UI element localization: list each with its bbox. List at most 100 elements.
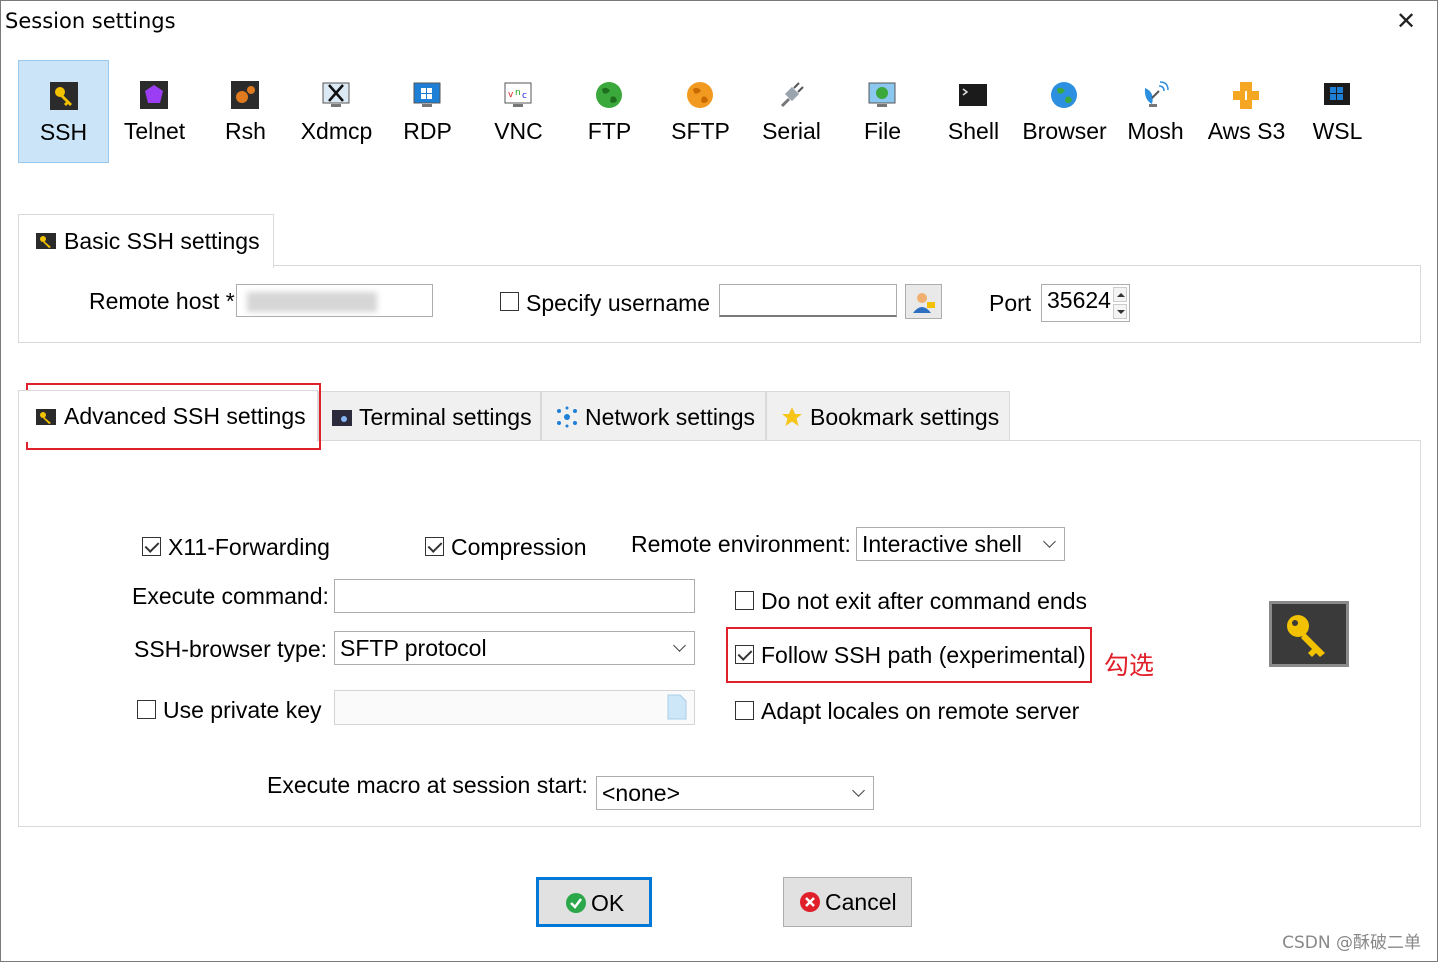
browser-globe-icon <box>1051 82 1077 108</box>
rdp-icon <box>413 82 441 107</box>
watermark-text: CSDN @酥破二单 <box>1282 933 1421 953</box>
remote-environment-label: Remote environment: <box>631 531 851 557</box>
username-input[interactable] <box>719 284 897 317</box>
ssh-browser-type-select[interactable]: SFTP protocol <box>334 631 695 665</box>
vnc-icon: vnc <box>504 82 532 107</box>
ssh-key-icon <box>36 233 56 249</box>
tab-basic-ssh-settings[interactable]: Basic SSH settings <box>18 214 274 268</box>
session-type-aws-s3[interactable]: Aws S3 <box>1201 60 1292 163</box>
window-title: Session settings <box>5 9 176 33</box>
tab-label: Bookmark settings <box>810 404 1000 430</box>
execute-command-input[interactable] <box>334 579 695 613</box>
ssh-key-icon <box>50 82 78 110</box>
compression-checkbox[interactable] <box>425 537 444 556</box>
network-icon <box>557 406 577 428</box>
user-manager-button[interactable] <box>905 284 942 319</box>
tab-label: Network settings <box>585 404 756 430</box>
x11-forwarding-checkbox[interactable] <box>142 537 161 556</box>
chevron-down-icon <box>673 639 686 652</box>
session-type-toolbar: SSH Telnet Rsh Xdmcp RDP vnc VNC FTP SFT <box>18 60 1418 164</box>
remote-host-label: Remote host * <box>89 288 235 314</box>
session-type-mosh[interactable]: Mosh <box>1110 60 1201 163</box>
chevron-down-icon <box>1043 535 1056 548</box>
star-icon <box>782 407 802 426</box>
ftp-globe-icon <box>596 82 622 108</box>
use-private-key-label: Use private key <box>163 697 322 723</box>
tab-network-settings[interactable]: Network settings <box>541 391 766 441</box>
session-type-xdmcp[interactable]: Xdmcp <box>291 60 382 163</box>
highlight-follow-ssh-path <box>726 627 1092 683</box>
wsl-windows-icon <box>1324 83 1350 105</box>
rsh-icon <box>231 81 259 109</box>
session-type-rsh[interactable]: Rsh <box>200 60 291 163</box>
cancel-label: Cancel <box>825 889 897 915</box>
svg-text:v: v <box>508 90 514 100</box>
session-type-file[interactable]: File <box>837 60 928 163</box>
key-icon <box>1287 615 1325 657</box>
specify-username-label: Specify username <box>526 290 711 316</box>
session-type-sftp[interactable]: SFTP <box>655 60 746 163</box>
tab-label: Terminal settings <box>359 404 532 430</box>
tab-terminal-settings[interactable]: Terminal settings <box>318 391 541 441</box>
ok-label: OK <box>591 890 625 916</box>
svg-text:c: c <box>522 91 527 101</box>
session-settings-dialog: Session settings ✕ SSH Telnet Rsh Xdmcp … <box>0 0 1438 962</box>
session-type-serial[interactable]: Serial <box>746 60 837 163</box>
user-icon <box>913 293 935 313</box>
mosh-satellite-icon <box>1144 81 1169 107</box>
cancel-circle-icon <box>800 892 820 912</box>
redacted-host-blur <box>247 292 377 312</box>
ssh-key-icon <box>36 409 56 425</box>
serial-plug-icon <box>780 82 804 108</box>
private-key-path-input[interactable] <box>334 690 695 725</box>
session-type-vnc[interactable]: vnc VNC <box>473 60 564 163</box>
annotation-select-note: 勾选 <box>1104 651 1155 680</box>
do-not-exit-label: Do not exit after command ends <box>761 588 1087 614</box>
use-private-key-checkbox[interactable] <box>137 700 156 719</box>
remote-environment-select[interactable]: Interactive shell <box>856 527 1065 561</box>
svg-text:n: n <box>515 88 521 98</box>
do-not-exit-checkbox[interactable] <box>735 591 754 610</box>
session-type-ssh[interactable]: SSH <box>18 60 109 163</box>
adapt-locales-checkbox[interactable] <box>735 701 754 720</box>
execute-macro-select[interactable]: <none> <box>596 776 874 810</box>
port-label: Port <box>989 290 1032 316</box>
adapt-locales-label: Adapt locales on remote server <box>761 698 1080 724</box>
ssh-browser-type-label: SSH-browser type: <box>134 636 328 662</box>
shell-terminal-icon <box>959 84 987 106</box>
port-down-arrow[interactable] <box>1113 304 1127 319</box>
basic-tab-label: Basic SSH settings <box>64 228 260 254</box>
terminal-icon <box>332 410 352 426</box>
port-spinbox[interactable]: 35624 <box>1041 284 1130 322</box>
specify-username-checkbox[interactable] <box>500 292 519 311</box>
port-value: 35624 <box>1047 287 1111 313</box>
port-up-arrow[interactable] <box>1113 287 1127 302</box>
tab-bookmark-settings[interactable]: Bookmark settings <box>766 391 1010 441</box>
check-circle-icon <box>566 893 586 913</box>
session-type-ftp[interactable]: FTP <box>564 60 655 163</box>
close-icon[interactable]: ✕ <box>1391 7 1421 37</box>
ok-button[interactable]: OK <box>536 877 652 927</box>
cancel-button[interactable]: Cancel <box>783 877 912 927</box>
telnet-icon <box>140 81 168 109</box>
session-type-browser[interactable]: Browser <box>1019 60 1110 163</box>
compression-label: Compression <box>451 534 587 560</box>
session-type-rdp[interactable]: RDP <box>382 60 473 163</box>
aws-s3-boxes-icon <box>1233 82 1259 109</box>
remote-host-input[interactable] <box>236 284 433 317</box>
session-type-telnet[interactable]: Telnet <box>109 60 200 163</box>
ssh-key-generator-button[interactable] <box>1269 601 1349 667</box>
file-browse-icon[interactable] <box>667 694 687 720</box>
sftp-globe-icon <box>687 82 713 108</box>
execute-command-label: Execute command: <box>132 583 329 609</box>
xdmcp-icon <box>322 82 350 107</box>
session-type-wsl[interactable]: WSL <box>1292 60 1383 163</box>
session-type-shell[interactable]: Shell <box>928 60 1019 163</box>
advanced-ssh-panel <box>18 440 1421 827</box>
execute-macro-label: Execute macro at session start: <box>267 772 588 798</box>
settings-tab-strip: Advanced SSH settings Terminal settings … <box>18 390 1018 442</box>
tab-label: Advanced SSH settings <box>64 403 306 429</box>
tab-advanced-ssh-settings[interactable]: Advanced SSH settings <box>18 390 318 442</box>
file-monitor-icon <box>868 82 896 107</box>
x11-forwarding-label: X11-Forwarding <box>168 534 330 560</box>
